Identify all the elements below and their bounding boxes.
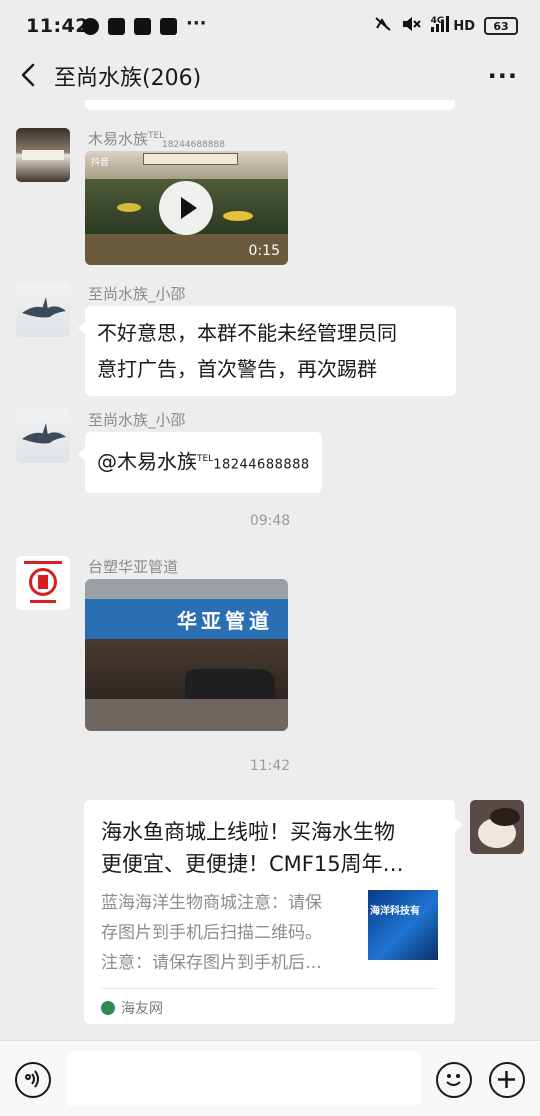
status-time: 11:42: [26, 15, 89, 37]
voice-input-icon[interactable]: [15, 1062, 51, 1098]
tiktok-watermark: 抖音: [91, 158, 110, 168]
avatar-muyi[interactable]: [16, 128, 70, 182]
video-duration: 0:15: [248, 243, 280, 259]
chat-header: 至尚水族(206) ···: [0, 50, 540, 100]
my-avatar[interactable]: [470, 800, 524, 854]
card-title: 海水鱼商城上线啦！买海水生物 更便宜、更便捷！CMF15周年…: [101, 820, 404, 876]
sender-name: 至尚水族_小邵: [88, 411, 186, 429]
back-arrow-icon[interactable]: [16, 60, 44, 90]
source-logo-icon: [101, 1001, 115, 1015]
more-options-icon[interactable]: ···: [488, 62, 518, 90]
mention-phone: 18244688888: [213, 457, 310, 473]
translate-app-icon: [160, 18, 177, 35]
message-list[interactable]: 木易水族TEL 18244688888 抖音 0:15 至尚水族_小邵 不好意思…: [0, 100, 540, 1040]
message-bubble[interactable]: 不好意思，本群不能未经管理员同 意打广告，首次警告，再次踢群: [85, 306, 456, 396]
card-divider: [101, 988, 438, 989]
bubble-tail: [455, 818, 463, 832]
card-description: 蓝海海洋生物商城注意：请保 存图片到手机后扫描二维码。 注意：请保存图片到手机后…: [101, 893, 322, 973]
emoji-icon[interactable]: [436, 1062, 472, 1098]
sender-phone: 18244688888: [162, 140, 225, 150]
card-thumbnail: 海洋科技有: [368, 890, 438, 960]
video-thumbnail[interactable]: 抖音 0:15: [85, 151, 288, 265]
previous-message-bubble: [85, 100, 455, 110]
chat-title: 至尚水族(206): [54, 66, 202, 91]
timestamp: 09:48: [249, 513, 291, 529]
avatar-xiaoshao[interactable]: [16, 409, 70, 463]
notification-dot-icon: [82, 18, 99, 35]
more-notifications-icon: ···: [186, 13, 207, 34]
card-source: 海友网: [101, 998, 163, 1018]
shop-sign-text: 华亚管道: [177, 609, 273, 633]
input-bar: [0, 1040, 540, 1116]
add-more-icon[interactable]: [489, 1062, 525, 1098]
message-line: 不好意思，本群不能未经管理员同: [97, 321, 397, 345]
play-icon[interactable]: [159, 181, 213, 235]
mention-text[interactable]: @木易水族: [97, 450, 197, 474]
sender-name: 木易水族TEL: [88, 130, 165, 148]
battery-icon: 63: [484, 17, 518, 35]
timestamp: 11:42: [249, 758, 291, 774]
list-app-icon: [134, 18, 151, 35]
link-card[interactable]: 海水鱼商城上线啦！买海水生物 更便宜、更便捷！CMF15周年… 蓝海海洋生物商城…: [84, 800, 455, 1024]
avatar-xiaoshao[interactable]: [16, 283, 70, 337]
sender-name: 台塑华亚管道: [88, 558, 179, 576]
sender-name: 至尚水族_小邵: [88, 285, 186, 303]
hd-label: HD: [453, 18, 475, 34]
shared-photo[interactable]: 华亚管道: [85, 579, 288, 731]
hashtag-app-icon: [108, 18, 125, 35]
message-input[interactable]: [66, 1051, 421, 1106]
network-4g-label: 4G: [430, 16, 445, 26]
message-line: 意打广告，首次警告，再次踢群: [97, 357, 377, 381]
status-bar: 11:42 ··· 4G HD 63: [0, 0, 540, 50]
mute-icon: [401, 15, 421, 37]
nfc-icon: [374, 16, 392, 36]
message-bubble[interactable]: @木易水族TEL18244688888: [85, 432, 322, 493]
avatar-huaya[interactable]: [16, 556, 70, 610]
